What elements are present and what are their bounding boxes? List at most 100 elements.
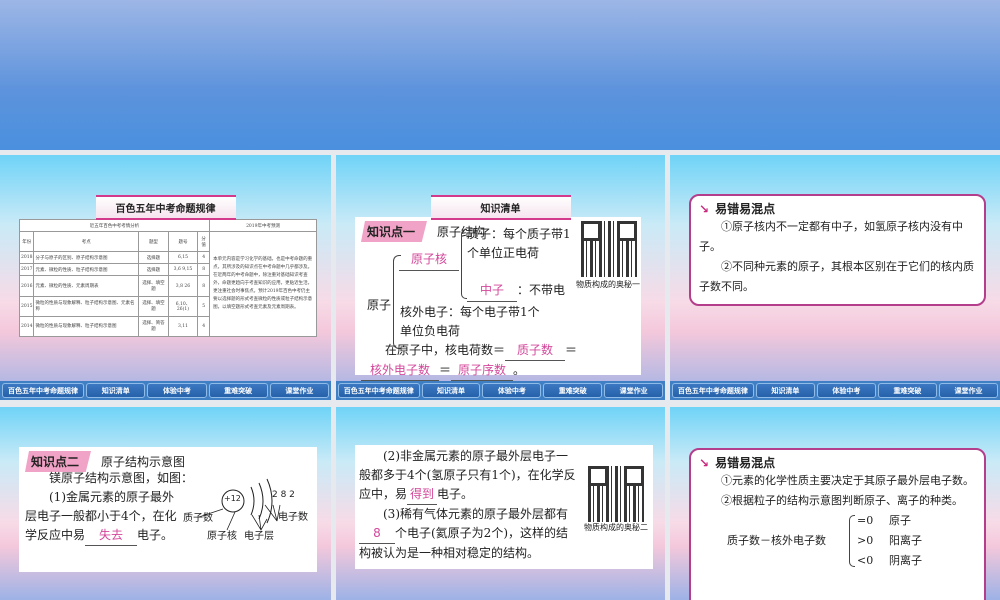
cell: 选择题 — [138, 263, 169, 277]
nav-button-difficult[interactable]: 重难突破 — [208, 383, 268, 398]
intro-text: 镁原子结构示意图，如图： — [49, 471, 194, 485]
nav-button-knowledge[interactable]: 知识清单 — [755, 383, 815, 398]
charge-equation: 在原子中，核电荷数＝ 质子数 ＝核外电子数＝原子序数。 — [361, 341, 637, 381]
label-proton-number: 质子数 — [183, 513, 213, 524]
mistake-box: ↘ 易错易混点 ①元素的化学性质主要决定于其原子最外层电子数。 ②根据粒子的结构示… — [689, 448, 986, 600]
col-header: 题号 — [167, 231, 199, 253]
answer-proton-number: 质子数 — [505, 341, 566, 361]
label-electron-number: 电子数 — [278, 512, 308, 523]
cell: 6,10、26(1) — [167, 295, 199, 317]
nucleus-charge: +12 — [224, 494, 241, 503]
mistake-point: ②根据粒子的结构示意图判断原子、离子的种类。 — [721, 494, 963, 507]
col-header: 题型 — [138, 231, 169, 253]
slide-banner: 百色五年中考命题规律 — [95, 195, 236, 220]
qr-caption: 物质构成的奥秘一 — [576, 280, 640, 289]
col-header: 年份 — [18, 231, 35, 253]
slide-thumbnail-4[interactable]: 知识点二 原子结构示意图 镁原子结构示意图，如图： (1)金属元素的原子最外层电子… — [0, 407, 331, 600]
content-panel: 物质构成的奥秘二 (2)非金属元素的原子最外层电子一般都多于4个(氢原子只有1个)… — [355, 445, 653, 569]
eq-end: 。 — [513, 363, 526, 377]
formula: 质子数－核外电子数 — [727, 534, 826, 547]
nav-button-knowledge[interactable]: 知识清单 — [86, 383, 146, 398]
arrow-icon: ↘ — [699, 456, 710, 470]
qr-code-icon[interactable] — [588, 466, 644, 522]
electron-desc: 核外电子：每个电子带1个单位负电荷 — [400, 305, 540, 338]
nav-button-difficult[interactable]: 重难突破 — [877, 383, 937, 398]
slide-thumbnail-3[interactable]: ↘ 易错易混点 ①原子核内不一定都有中子，如氢原子核内没有中子。 ②不同种元素的原… — [670, 155, 1000, 400]
mistake-point: ②不同种元素的原子，其根本区别在于它们的核内质子数不同。 — [699, 260, 974, 293]
nav-button-patterns[interactable]: 百色五年中考命题规律 — [672, 383, 754, 398]
qr-code-icon[interactable] — [581, 221, 637, 277]
answer-atomic-number: 原子序数 — [451, 361, 514, 381]
cell: 选择题 — [138, 251, 169, 265]
cell: 元素、微粒的性质、粒子结构示意图 — [33, 263, 140, 277]
mistake-box: ↘ 易错易混点 ①原子核内不一定都有中子，如氢原子核内没有中子。 ②不同种元素的原… — [689, 194, 986, 306]
nav-button-patterns[interactable]: 百色五年中考命题规律 — [338, 383, 420, 398]
section-title: 原子结构示意图 — [101, 455, 186, 469]
analysis-table: 近五年百色中考考情分析 2019年中考预测 年份 考点 题型 题号 分值 本单元内容是学习… — [18, 218, 317, 338]
cell: 6,15 — [167, 251, 199, 265]
slide-nav-bar: 百色五年中考命题规律 知识清单 体验中考 重难突破 课堂作业 — [0, 381, 331, 400]
mistake-point: ①原子核内不一定都有中子，如氢原子核内没有中子。 — [699, 220, 963, 253]
prediction-title: 2019年中考预测 — [209, 218, 317, 233]
answer-neutron: 中子 — [467, 280, 517, 302]
cell: 5 — [197, 295, 211, 317]
cell: 2017 — [18, 263, 35, 277]
text: (3)稀有气体元素的原子最外层都有 — [383, 507, 568, 521]
box-heading: 易错易混点 — [715, 456, 776, 470]
nav-button-difficult[interactable]: 重难突破 — [543, 383, 603, 398]
cell: 3,6 9,15 — [167, 263, 199, 277]
slide-thumbnail-1[interactable]: 百色五年中考命题规律 近五年百色中考考情分析 2019年中考预测 年份 考点 题型 题号… — [0, 155, 331, 400]
knowledge-tag: 知识点一 — [361, 221, 428, 242]
slide-nav-bar: 百色五年中考命题规律 知识清单 体验中考 重难突破 课堂作业 — [670, 381, 1000, 400]
cell: 选择、填空题 — [138, 275, 169, 297]
nav-button-patterns[interactable]: 百色五年中考命题规律 — [2, 383, 85, 398]
metal-text: (1)金属元素的原子最外层电子一般都小于4个，在化学反应中易 失去 电子。 — [25, 488, 185, 546]
slide-thumbnail-2[interactable]: 知识清单 知识点一 原子结构 原子 原子核 质子：每个质子带1个单位正电荷 中子：… — [336, 155, 665, 400]
slide-thumbnail-6[interactable]: ↘ 易错易混点 ①元素的化学性质主要决定于其原子最外层电子数。 ②根据粒子的结构示… — [670, 407, 1000, 600]
label-shell: 电子层 — [244, 531, 274, 542]
label-nucleus: 原子核 — [207, 531, 237, 542]
cell: 2015 — [18, 295, 35, 317]
nonmetal-text: 物质构成的奥秘二 (2)非金属元素的原子最外层电子一般都多于4个(氢原子只有1个)… — [359, 447, 649, 532]
cell: 微粒的性质与现象解释、粒子结构示意图 — [33, 315, 140, 338]
content-panel: 知识点一 原子结构 原子 原子核 质子：每个质子带1个单位正电荷 中子 ：不带电 核… — [355, 217, 641, 381]
nav-button-homework[interactable]: 课堂作业 — [938, 383, 998, 398]
col-header: 分值 — [197, 231, 211, 253]
cell: 分子与原子的区别、原子结构示意图 — [33, 251, 140, 265]
case-condition: >0 — [857, 534, 874, 547]
cell: 2016 — [18, 275, 35, 297]
case-condition: <0 — [857, 554, 874, 567]
nav-button-exam[interactable]: 体验中考 — [147, 383, 207, 398]
prediction-text: 本单元内容是学习化学的基础，也是中考命题的重点，其所涉及的知识点在中考命题中几乎… — [209, 231, 317, 337]
answer-eight: 8 — [359, 524, 395, 544]
nav-button-exam[interactable]: 体验中考 — [816, 383, 876, 398]
arrow-icon: ↘ — [699, 202, 710, 216]
cell: 3,8 26 — [167, 275, 199, 297]
qr-caption: 物质构成的奥秘二 — [584, 523, 648, 532]
box-heading: 易错易混点 — [715, 202, 776, 216]
cell: 元素、微粒的性质、元素周期表 — [33, 275, 140, 297]
cell: 8 — [197, 275, 211, 297]
atom-label: 原子 — [367, 298, 392, 312]
answer-electron-number: 核外电子数 — [361, 361, 439, 381]
cell: 选择、简答题 — [138, 315, 169, 338]
cell: 4 — [197, 315, 211, 338]
nav-button-homework[interactable]: 课堂作业 — [604, 383, 664, 398]
case-result: 阳离子 — [889, 534, 922, 547]
cell: 4 — [197, 251, 211, 265]
nav-button-homework[interactable]: 课堂作业 — [269, 383, 329, 398]
text: 电子。 — [137, 528, 174, 542]
cell: 选择、填空题 — [138, 295, 169, 317]
slide-thumbnail-5[interactable]: 物质构成的奥秘二 (2)非金属元素的原子最外层电子一般都多于4个(氢原子只有1个)… — [336, 407, 665, 600]
qr-block: 物质构成的奥秘二 — [583, 466, 649, 533]
content-panel: ↘ 易错易混点 ①原子核内不一定都有中子，如氢原子核内没有中子。 ②不同种元素的原… — [689, 194, 986, 306]
case-condition: =0 — [857, 514, 874, 527]
text: 电子。 — [437, 487, 474, 501]
nav-button-knowledge[interactable]: 知识清单 — [421, 383, 481, 398]
cell: 8 — [197, 263, 211, 277]
shell-electrons: 2 8 2 — [272, 490, 295, 500]
nav-button-exam[interactable]: 体验中考 — [482, 383, 542, 398]
content-panel: 知识点二 原子结构示意图 镁原子结构示意图，如图： (1)金属元素的原子最外层电子… — [19, 447, 317, 572]
cell: 2018 — [18, 251, 35, 265]
answer-lose: 失去 — [85, 526, 138, 546]
